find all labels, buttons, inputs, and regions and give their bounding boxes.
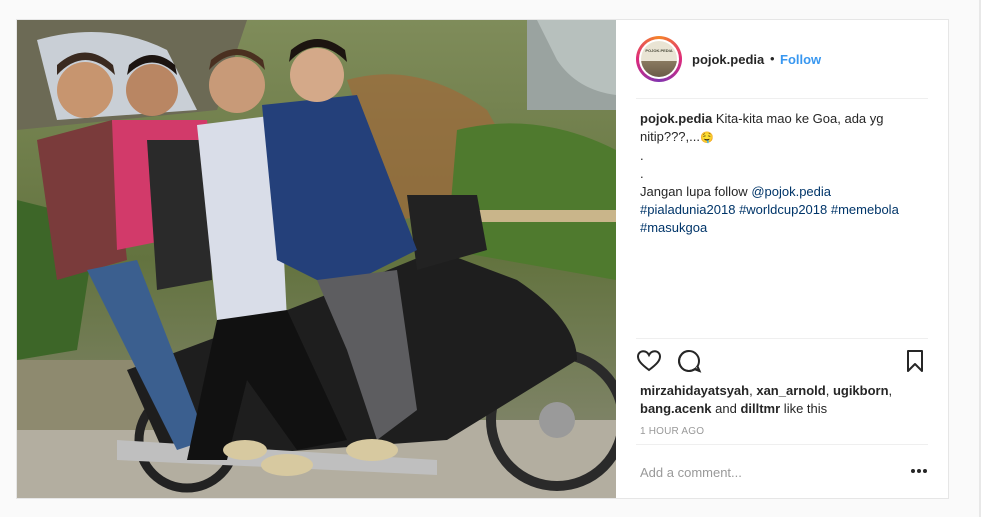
instagram-post: POJOK.PEDIA pojok.pedia • Follow pojok.p… — [16, 19, 949, 499]
mention-link[interactable]: @pojok.pedia — [751, 184, 831, 199]
hashtag-link[interactable]: #masukgoa — [640, 220, 707, 235]
hashtag-link[interactable]: #memebola — [831, 202, 899, 217]
avatar[interactable]: POJOK.PEDIA — [636, 36, 682, 82]
likes-summary: mirzahidayatsyah, xan_arnold, ugikborn, … — [640, 382, 930, 418]
more-options-icon[interactable] — [910, 466, 928, 476]
caption-username[interactable]: pojok.pedia — [640, 111, 712, 126]
likes-comma: , — [825, 383, 833, 398]
caption-dot: . — [640, 148, 644, 163]
post-sidebar: POJOK.PEDIA pojok.pedia • Follow pojok.p… — [616, 20, 948, 498]
post-timestamp[interactable]: 1 HOUR AGO — [640, 426, 704, 437]
avatar-logo: POJOK.PEDIA — [641, 41, 677, 77]
post-photo-image — [17, 20, 616, 498]
hashtag-link[interactable]: #worldcup2018 — [739, 202, 827, 217]
post-actions — [636, 348, 928, 374]
avatar-logo-text: POJOK.PEDIA — [645, 48, 673, 53]
post-caption: pojok.pedia Kita-kita mao ke Goa, ada yg… — [640, 110, 930, 237]
liker-username[interactable]: xan_arnold — [756, 383, 825, 398]
comment-icon[interactable] — [676, 348, 702, 374]
comment-input[interactable] — [640, 462, 900, 482]
likes-and: and — [711, 401, 741, 416]
likes-comma: , — [888, 383, 893, 398]
likes-suffix: like this — [780, 401, 828, 416]
liker-username[interactable]: ugikborn — [833, 383, 889, 398]
caption-follow-text: Jangan lupa follow — [640, 184, 752, 199]
liker-username[interactable]: mirzahidayatsyah — [640, 383, 749, 398]
post-photo[interactable] — [17, 20, 616, 498]
hashtag-link[interactable]: #pialadunia2018 — [640, 202, 735, 217]
caption-dot: . — [640, 166, 644, 181]
drooling-emoji: 🤤 — [700, 132, 714, 144]
heart-icon[interactable] — [636, 348, 662, 374]
post-username[interactable]: pojok.pedia — [692, 52, 764, 67]
separator-dot: • — [770, 51, 775, 66]
comment-divider — [636, 444, 928, 445]
liker-username[interactable]: dilltmr — [740, 401, 780, 416]
liker-username[interactable]: bang.acenk — [640, 401, 712, 416]
actions-divider — [636, 338, 928, 339]
bookmark-icon[interactable] — [902, 348, 928, 374]
avatar-frame: POJOK.PEDIA — [639, 39, 679, 79]
follow-button[interactable]: Follow — [780, 52, 821, 67]
header-divider — [636, 98, 928, 99]
post-header: POJOK.PEDIA pojok.pedia • Follow — [616, 20, 948, 98]
